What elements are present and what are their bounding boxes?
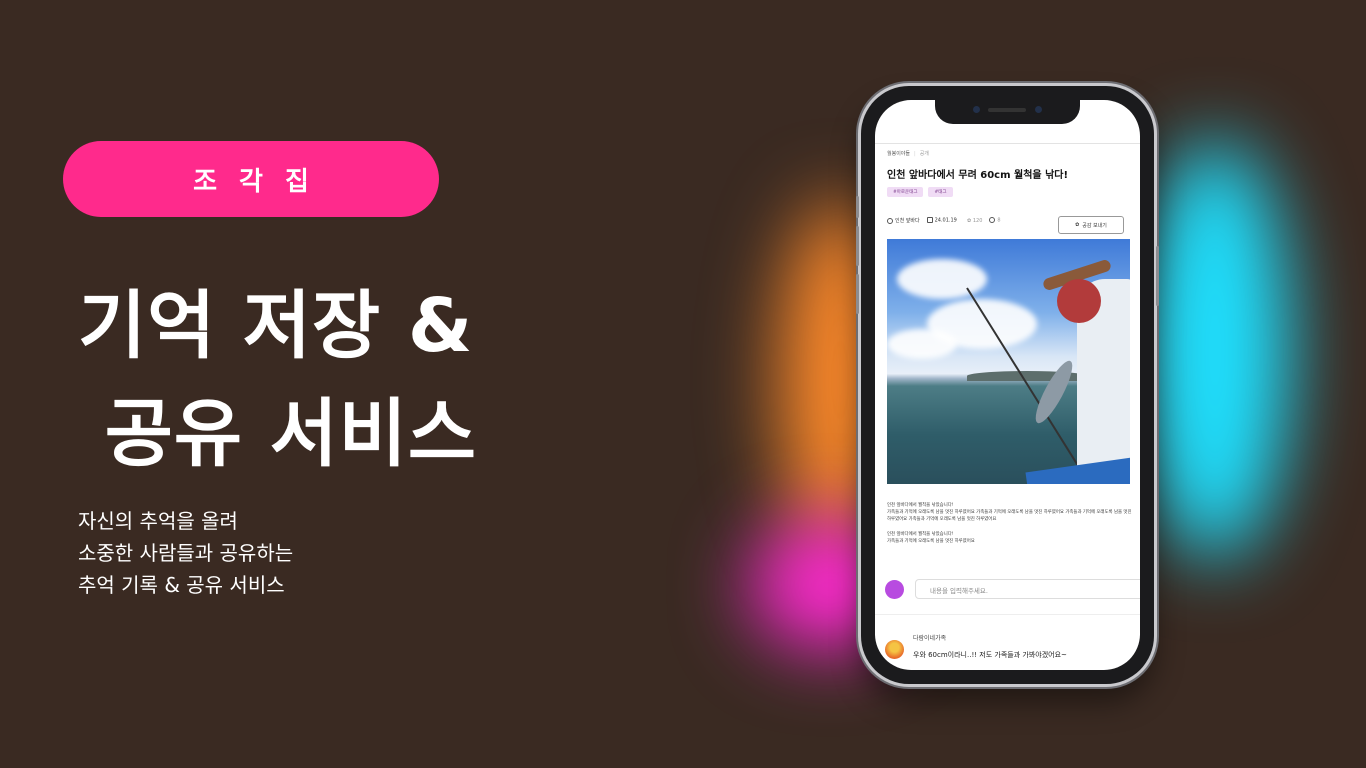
camera-icon: [1035, 106, 1042, 113]
empathy-icon: ✿: [1075, 222, 1080, 228]
comments-meta: 8: [989, 217, 1001, 224]
phone-power-button: [1156, 246, 1159, 306]
photo-fish: [1029, 356, 1079, 428]
location-text: 인천 앞바다: [895, 218, 920, 224]
comment-text: 우와 60cm이라니..!! 저도 가족들과 가봐야겠어요~: [913, 651, 1067, 659]
description-line-3: 추억 기록 & 공유 서비스: [78, 573, 285, 597]
photo-head: [1057, 279, 1101, 323]
phone-notch: [935, 100, 1080, 124]
headline: 기억 저장 & 공유 서비스: [78, 272, 477, 488]
post-meta: 인천 앞바다 24.01.19 ✿ 120 8: [887, 217, 1001, 224]
heart-icon: ✿: [967, 217, 972, 224]
send-empathy-label: 공감 보내기: [1082, 222, 1107, 229]
breadcrumb: 월봉이야들 | 공개: [887, 151, 929, 157]
likes-meta: ✿ 120: [964, 217, 983, 224]
cyan-glow: [1140, 140, 1290, 560]
breadcrumb-group[interactable]: 월봉이야들: [887, 151, 910, 157]
description-line-1: 자신의 추억을 올려: [78, 509, 238, 533]
post-body-line: 가족들과 기억에 오래도록 남을 멋진 하루였어요 가족들과 기억에 오래도록 …: [887, 510, 1132, 522]
phone-side-button: [856, 274, 859, 314]
headline-line-2: 공유 서비스: [78, 391, 477, 477]
date-meta: 24.01.19: [926, 217, 957, 224]
phone-screen: 월봉이야들 | 공개 인천 앞바다에서 무려 60cm 월척을 낚다! #아로운태그…: [875, 100, 1140, 670]
phone-mockup: 월봉이야들 | 공개 인천 앞바다에서 무려 60cm 월척을 낚다! #아로운태그…: [856, 86, 1159, 684]
comments-divider: [875, 614, 1140, 615]
comment-avatar: [885, 640, 904, 659]
post-body-line: 인천 앞바다에서 월척을 낚았습니다!: [887, 532, 954, 537]
tag-chip[interactable]: #태그: [928, 187, 953, 197]
my-avatar: [885, 580, 904, 599]
comment-icon: [989, 217, 996, 224]
brand-pill: 조각집: [63, 141, 439, 217]
comment-author: 다람이네가족: [913, 635, 947, 642]
post-photo: [887, 239, 1130, 484]
description-line-2: 소중한 사람들과 공유하는: [78, 541, 294, 565]
post-paragraph: 인천 앞바다에서 월척을 낚았습니다! 가족들과 기억에 오래도록 남을 멋진 하…: [887, 531, 1132, 545]
send-empathy-button[interactable]: ✿ 공감 보내기: [1058, 216, 1124, 234]
post-body-line: 인천 앞바다에서 월척을 낚았습니다!: [887, 503, 954, 508]
post-title: 인천 앞바다에서 무려 60cm 월척을 낚다!: [887, 170, 1069, 181]
description: 자신의 추억을 올려 소중한 사람들과 공유하는 추억 기록 & 공유 서비스: [78, 505, 293, 601]
photo-cloud: [887, 329, 957, 359]
location-pin-icon: [887, 217, 893, 224]
post-body: 인천 앞바다에서 월척을 낚았습니다! 가족들과 기억에 오래도록 남을 멋진 하…: [887, 502, 1132, 553]
camera-icon: [973, 106, 980, 113]
header-divider: [875, 143, 1140, 144]
comments-count: 8: [997, 217, 1001, 224]
photo-cloud: [897, 259, 987, 299]
comment-input[interactable]: 내용을 입력해주세요.: [915, 579, 1140, 599]
tag-chip[interactable]: #아로운태그: [887, 187, 924, 197]
tag-list: #아로운태그 #태그: [887, 187, 953, 197]
phone-side-button: [856, 226, 859, 266]
location-meta: 인천 앞바다: [887, 217, 920, 224]
likes-count: 120: [972, 217, 983, 224]
headline-line-1: 기억 저장 &: [78, 283, 474, 369]
phone-side-button: [856, 196, 859, 218]
speaker: [988, 108, 1026, 112]
calendar-icon: [926, 217, 933, 224]
breadcrumb-visibility: 공개: [919, 151, 929, 157]
post-body-line: 가족들과 기억에 오래도록 남을 멋진 하루였어요: [887, 539, 975, 544]
post-paragraph: 인천 앞바다에서 월척을 낚았습니다! 가족들과 기억에 오래도록 남을 멋진 하…: [887, 502, 1132, 523]
comment-composer: 내용을 입력해주세요.: [885, 579, 1140, 601]
date-text: 24.01.19: [934, 217, 957, 224]
